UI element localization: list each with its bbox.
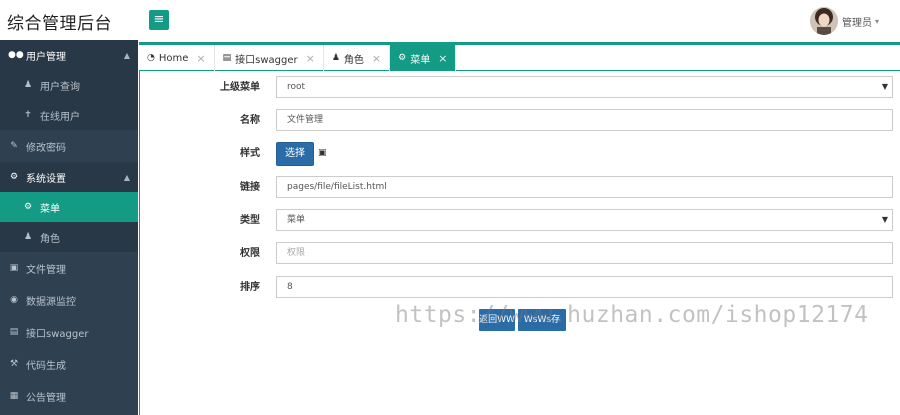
role-icon: ♟ — [23, 232, 33, 242]
sidebar-item-user-management[interactable]: ●● 用户管理 ▲ — [0, 40, 138, 70]
form-row-link: 链接 pages/file/fileList.html — [140, 176, 900, 200]
name-label: 名称 — [240, 115, 260, 126]
type-label: 类型 — [240, 215, 260, 226]
user-name[interactable]: 管理员 — [842, 14, 872, 29]
choose-style-button[interactable]: 选择 — [276, 142, 314, 166]
sidebar-item-code-generation[interactable]: ⚒ 代码生成 — [0, 348, 138, 380]
tab-home[interactable]: ◔ Home × — [139, 45, 215, 71]
sidebar-item-change-password[interactable]: ✎ 修改密码 — [0, 130, 138, 162]
chevron-up-icon: ▲ — [123, 51, 130, 60]
tab-bar: ◔ Home × ▤ 接口swagger × ♟ 角色 × ⚙ 菜单 × — [139, 42, 900, 71]
chevron-down-icon[interactable]: ▾ — [875, 17, 879, 26]
permission-label: 权限 — [240, 248, 260, 259]
close-icon[interactable]: × — [196, 52, 205, 65]
sidebar-item-menu[interactable]: ⚙ 菜单 — [0, 192, 138, 222]
link-input[interactable]: pages/file/fileList.html — [276, 176, 893, 198]
sidebar-item-announcements[interactable]: ▦ 公告管理 — [0, 380, 138, 412]
chevron-up-icon: ▲ — [123, 173, 130, 182]
parent-menu-label: 上级菜单 — [220, 82, 260, 93]
file-icon: ▤ — [9, 327, 19, 337]
sidebar-item-file-management[interactable]: ▣ 文件管理 — [0, 252, 138, 284]
edit-icon: ✎ — [10, 141, 18, 151]
type-select[interactable]: 菜单 ▼ — [276, 209, 893, 231]
close-icon[interactable]: × — [438, 52, 447, 65]
top-header: 综合管理后台 ≡ 管理员 ▾ — [0, 0, 900, 40]
close-icon[interactable]: × — [306, 52, 315, 65]
tab-menu[interactable]: ⚙ 菜单 × — [390, 45, 457, 71]
tab-role[interactable]: ♟ 角色 × — [324, 45, 391, 71]
sidebar-item-role[interactable]: ♟ 角色 — [0, 222, 138, 252]
chevron-down-icon: ▼ — [881, 82, 888, 91]
user-menu[interactable]: 管理员 ▾ — [810, 6, 879, 36]
tab-swagger[interactable]: ▤ 接口swagger × — [215, 45, 324, 71]
hamburger-icon[interactable]: ≡ — [149, 10, 169, 30]
online-user-icon: ✝ — [24, 110, 32, 120]
user-icon: ♟ — [23, 80, 33, 90]
chevron-down-icon: ▼ — [881, 215, 888, 224]
close-icon[interactable]: × — [372, 52, 381, 65]
sidebar-item-online-users[interactable]: ✝ 在线用户 — [0, 100, 138, 130]
parent-menu-select[interactable]: root ▼ — [276, 76, 893, 98]
form-row-name: 名称 文件管理 — [140, 109, 900, 133]
link-label: 链接 — [240, 182, 260, 193]
sort-label: 排序 — [240, 282, 260, 293]
folder-icon: ▣ — [9, 263, 19, 273]
app-title: 综合管理后台 — [7, 14, 112, 34]
form-row-style: 样式 选择 ▣ — [140, 142, 900, 166]
gear-icon: ⚙ — [398, 53, 407, 63]
gear-icon: ⚙ — [23, 202, 33, 212]
form-row-sort: 排序 8 — [140, 276, 900, 300]
name-input[interactable]: 文件管理 — [276, 109, 893, 131]
permission-input[interactable]: 权限 — [276, 242, 893, 264]
form-row-permission: 权限 权限 — [140, 242, 900, 266]
cogs-icon: ⚙ — [9, 172, 19, 182]
wrench-icon: ⚒ — [9, 359, 19, 369]
file-icon: ▤ — [222, 53, 232, 63]
watermark: https://www.huzhan.com/ishop12174 — [395, 302, 869, 328]
role-icon: ♟ — [331, 53, 340, 63]
folder-open-icon: ▣ — [318, 148, 327, 158]
form-row-type: 类型 菜单 ▼ — [140, 209, 900, 233]
dashboard-icon: ◔ — [147, 53, 155, 63]
avatar[interactable] — [810, 7, 838, 35]
form-row-parent: 上级菜单 root ▼ — [140, 76, 900, 100]
sidebar-item-user-query[interactable]: ♟ 用户查询 — [0, 70, 138, 100]
menu-edit-form: 上级菜单 root ▼ 名称 文件管理 样式 选择 ▣ 链接 pages/fil… — [139, 71, 900, 415]
sidebar-item-system-settings[interactable]: ⚙ 系统设置 ▲ — [0, 162, 138, 192]
book-icon: ▦ — [9, 391, 19, 401]
sidebar: ●● 用户管理 ▲ ♟ 用户查询 ✝ 在线用户 ✎ 修改密码 ⚙ 系统设置 ▲ … — [0, 40, 138, 415]
style-label: 样式 — [240, 148, 260, 159]
sidebar-item-datasource-monitor[interactable]: ◉ 数据源监控 — [0, 284, 138, 316]
sidebar-item-swagger[interactable]: ▤ 接口swagger — [0, 316, 138, 348]
sort-input[interactable]: 8 — [276, 276, 893, 298]
users-icon: ●● — [8, 50, 24, 60]
eye-icon: ◉ — [10, 295, 18, 305]
